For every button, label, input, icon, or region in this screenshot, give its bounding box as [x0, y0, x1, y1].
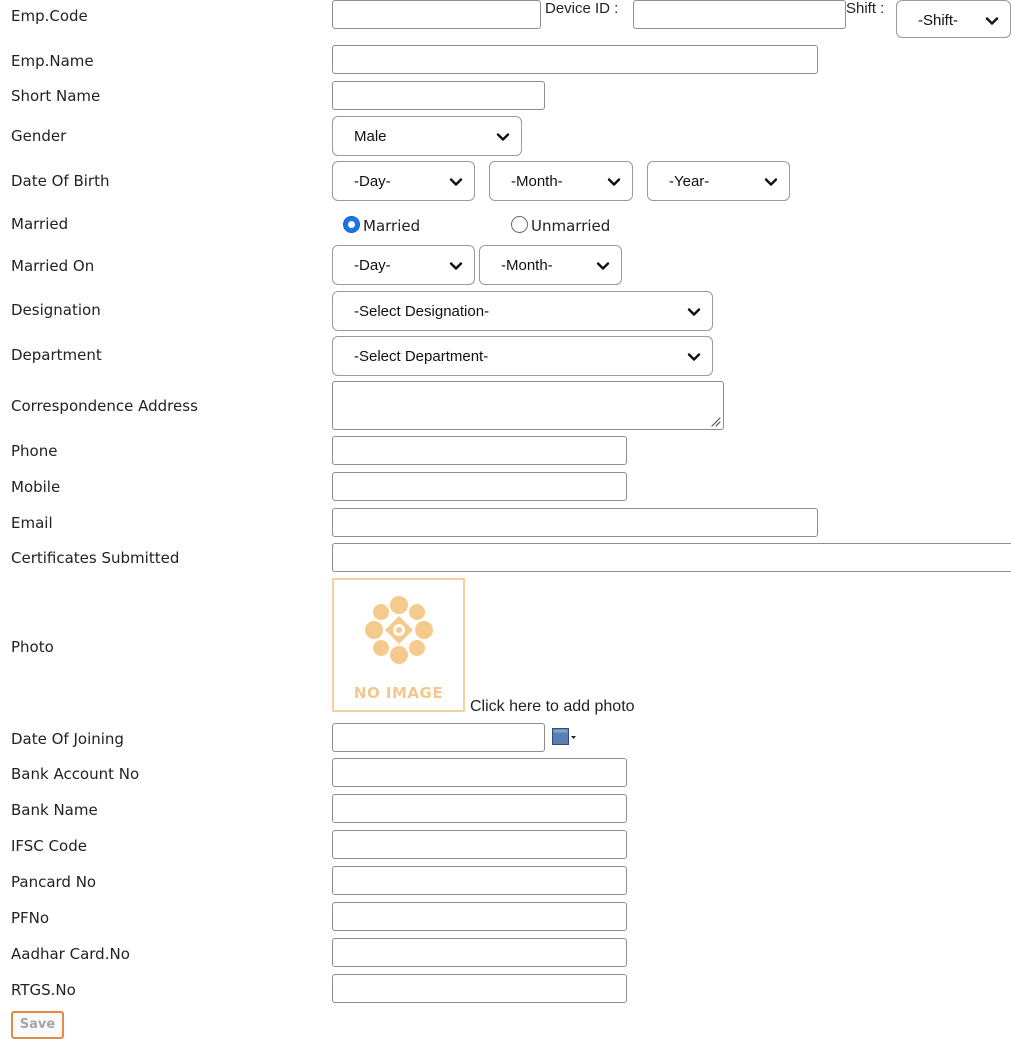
add-photo-link[interactable]: Click here to add photo [470, 698, 635, 716]
certificates-label: Certificates Submitted [11, 549, 180, 567]
gender-label: Gender [11, 127, 67, 145]
pancard-input[interactable] [332, 866, 627, 895]
short-name-label: Short Name [11, 87, 101, 105]
chevron-down-icon [687, 353, 701, 361]
dob-month-value: -Month- [511, 173, 563, 190]
shift-select[interactable]: -Shift- [896, 0, 1011, 38]
dob-label: Date Of Birth [11, 172, 110, 190]
device-id-input[interactable] [633, 0, 846, 29]
mobile-label: Mobile [11, 478, 61, 496]
calendar-icon[interactable] [552, 727, 578, 747]
married-on-month-value: -Month- [501, 257, 553, 274]
resize-grip-icon[interactable] [709, 415, 721, 427]
shift-label: Shift : [846, 0, 885, 17]
gender-select[interactable]: Male [332, 116, 522, 156]
chevron-down-icon [687, 308, 701, 316]
emp-name-label: Emp.Name [11, 52, 94, 70]
flower-icon [365, 596, 433, 664]
bank-account-label: Bank Account No [11, 765, 140, 783]
married-radio-label[interactable]: Married [363, 217, 420, 235]
emp-code-label: Emp.Code [11, 7, 88, 25]
married-on-label: Married On [11, 257, 95, 275]
pfno-input[interactable] [332, 902, 627, 931]
chevron-down-icon [596, 262, 610, 270]
dob-day-value: -Day- [354, 173, 391, 190]
married-label: Married [11, 215, 69, 233]
dob-month-select[interactable]: -Month- [489, 161, 633, 201]
bank-name-label: Bank Name [11, 801, 98, 819]
bank-account-input[interactable] [332, 758, 627, 787]
save-button[interactable]: Save [11, 1011, 64, 1039]
email-input[interactable] [332, 508, 818, 537]
designation-select-value: -Select Designation- [354, 303, 490, 320]
emp-name-input[interactable] [332, 45, 818, 74]
unmarried-radio[interactable] [511, 216, 528, 233]
no-image-text: NO IMAGE [353, 684, 444, 702]
designation-select[interactable]: -Select Designation- [332, 291, 713, 331]
married-on-month-select[interactable]: -Month- [479, 245, 622, 285]
address-textarea[interactable] [332, 381, 724, 430]
certificates-input[interactable] [332, 543, 1011, 572]
shift-select-value: -Shift- [918, 12, 959, 29]
dob-year-select[interactable]: -Year- [647, 161, 790, 201]
doj-input[interactable] [332, 723, 545, 752]
dob-day-select[interactable]: -Day- [332, 161, 475, 201]
married-on-day-value: -Day- [354, 257, 391, 274]
unmarried-radio-label[interactable]: Unmarried [531, 217, 610, 235]
ifsc-input[interactable] [332, 830, 627, 859]
pfno-label: PFNo [11, 909, 50, 927]
chevron-down-icon [607, 178, 621, 186]
department-select[interactable]: -Select Department- [332, 336, 713, 376]
rtgs-label: RTGS.No [11, 981, 76, 999]
device-id-label: Device ID : [545, 0, 619, 17]
doj-label: Date Of Joining [11, 730, 124, 748]
bank-name-input[interactable] [332, 794, 627, 823]
phone-input[interactable] [332, 436, 627, 465]
aadhar-input[interactable] [332, 938, 627, 967]
designation-label: Designation [11, 301, 101, 319]
phone-label: Phone [11, 442, 58, 460]
mobile-input[interactable] [332, 472, 627, 501]
chevron-down-icon [449, 178, 463, 186]
married-radio[interactable] [343, 216, 360, 233]
chevron-down-icon [496, 133, 510, 141]
aadhar-label: Aadhar Card.No [11, 945, 130, 963]
department-label: Department [11, 346, 102, 364]
pancard-label: Pancard No [11, 873, 97, 891]
address-label: Correspondence Address [11, 397, 198, 415]
chevron-down-icon [449, 262, 463, 270]
rtgs-input[interactable] [332, 974, 627, 1003]
photo-placeholder[interactable]: NO IMAGE [332, 578, 465, 712]
married-on-day-select[interactable]: -Day- [332, 245, 475, 285]
short-name-input[interactable] [332, 81, 545, 110]
photo-label: Photo [11, 638, 54, 656]
email-label: Email [11, 514, 53, 532]
dob-year-value: -Year- [669, 173, 710, 190]
chevron-down-icon [985, 17, 999, 25]
emp-code-input[interactable] [332, 0, 541, 29]
gender-select-value: Male [354, 128, 387, 145]
ifsc-label: IFSC Code [11, 837, 87, 855]
department-select-value: -Select Department- [354, 348, 489, 365]
chevron-down-icon [764, 178, 778, 186]
